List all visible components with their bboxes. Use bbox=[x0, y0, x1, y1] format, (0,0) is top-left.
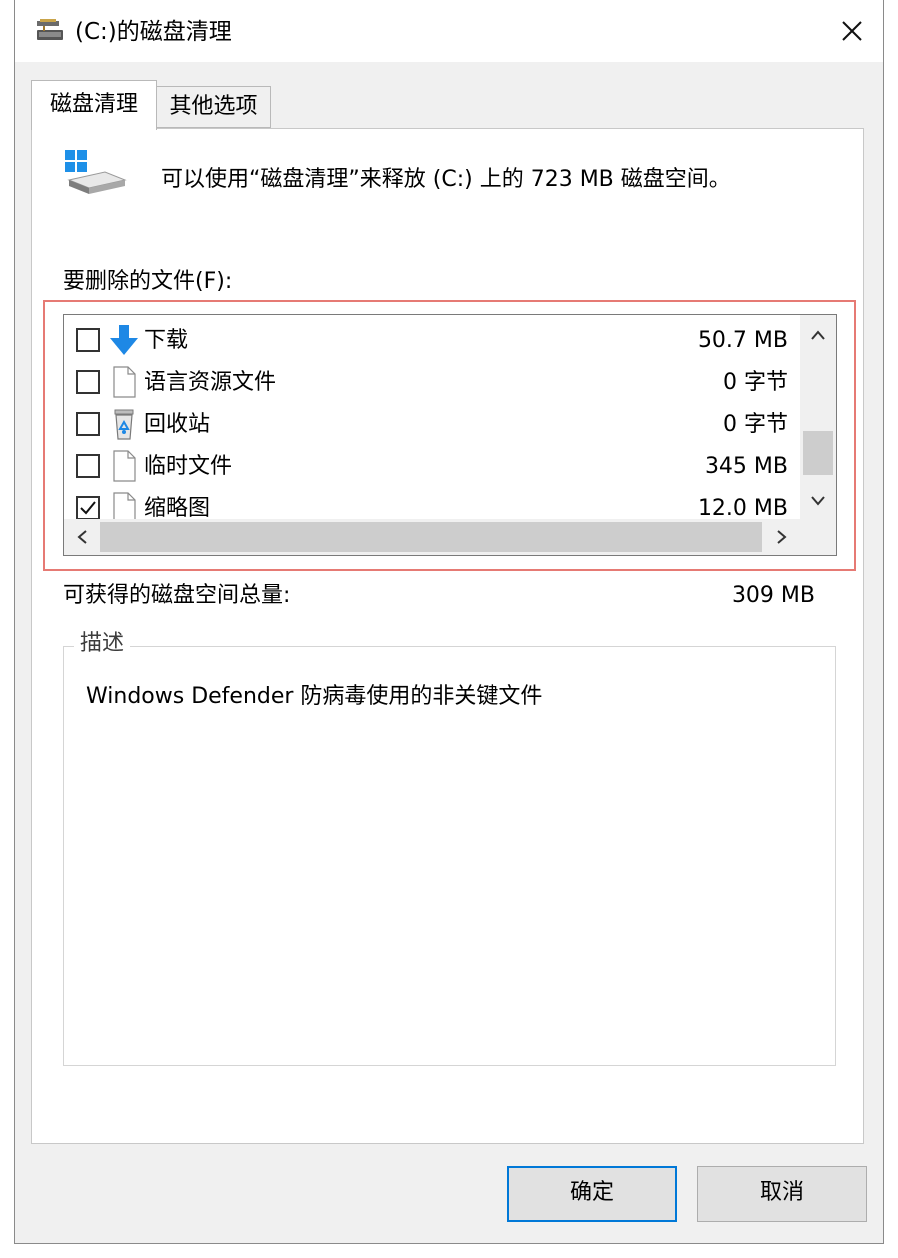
item-name: 临时文件 bbox=[144, 454, 233, 479]
scroll-up-button[interactable] bbox=[800, 317, 836, 353]
checkbox[interactable] bbox=[76, 412, 100, 436]
scroll-right-button[interactable] bbox=[764, 519, 800, 555]
file-icon bbox=[113, 366, 136, 398]
cancel-button[interactable]: 取消 bbox=[697, 1166, 867, 1222]
close-button[interactable] bbox=[821, 0, 883, 62]
list-item-language-resources[interactable]: 语言资源文件 0 字节 bbox=[64, 361, 800, 403]
list-item-downloads[interactable]: 下载 50.7 MB bbox=[64, 319, 800, 361]
tab-disk-cleanup[interactable]: 磁盘清理 bbox=[31, 80, 157, 130]
item-size: 0 字节 bbox=[723, 370, 788, 395]
tab-more-options[interactable]: 其他选项 bbox=[157, 86, 271, 128]
close-icon bbox=[842, 21, 862, 41]
files-list[interactable]: 下载 50.7 MB 语言资源文件 0 字节 回收站 0 字节 临时文件 345… bbox=[63, 314, 837, 556]
total-space-label: 可获得的磁盘空间总量: bbox=[63, 583, 291, 608]
horizontal-scrollbar[interactable] bbox=[64, 519, 836, 555]
files-to-delete-label: 要删除的文件(F): bbox=[63, 269, 233, 294]
total-space-value: 309 MB bbox=[731, 583, 815, 608]
checkbox[interactable] bbox=[76, 328, 100, 352]
item-size: 0 字节 bbox=[723, 412, 788, 437]
description-group: 描述 Windows Defender 防病毒使用的非关键文件 bbox=[63, 630, 836, 1066]
scrollbar-corner bbox=[800, 519, 836, 555]
window-title: (C:)的磁盘清理 bbox=[75, 19, 232, 45]
scroll-left-button[interactable] bbox=[64, 519, 100, 555]
item-name: 回收站 bbox=[144, 412, 211, 437]
chevron-right-icon bbox=[777, 530, 787, 544]
checkbox[interactable] bbox=[76, 496, 100, 520]
ok-button[interactable]: 确定 bbox=[507, 1166, 677, 1222]
chevron-down-icon bbox=[811, 496, 825, 506]
recycle-bin-icon bbox=[114, 409, 134, 440]
scroll-down-button[interactable] bbox=[800, 483, 836, 519]
item-name: 语言资源文件 bbox=[144, 370, 277, 395]
checkbox[interactable] bbox=[76, 454, 100, 478]
list-item-temp-files[interactable]: 临时文件 345 MB bbox=[64, 445, 800, 487]
description-text: Windows Defender 防病毒使用的非关键文件 bbox=[86, 684, 543, 709]
item-size: 50.7 MB bbox=[697, 328, 788, 353]
chevron-left-icon bbox=[77, 530, 87, 544]
vertical-scrollbar[interactable] bbox=[800, 315, 836, 519]
disk-cleanup-icon bbox=[37, 19, 63, 40]
title-bar: (C:)的磁盘清理 bbox=[15, 0, 883, 62]
list-item-recycle-bin[interactable]: 回收站 0 字节 bbox=[64, 403, 800, 445]
drive-icon bbox=[65, 150, 127, 194]
checkmark-icon bbox=[80, 501, 96, 515]
description-title: 描述 bbox=[74, 630, 131, 658]
vertical-scroll-thumb[interactable] bbox=[803, 431, 833, 475]
chevron-up-icon bbox=[811, 330, 825, 340]
checkbox[interactable] bbox=[76, 370, 100, 394]
item-size: 345 MB bbox=[704, 454, 788, 479]
item-name: 下载 bbox=[144, 328, 189, 353]
download-arrow-icon bbox=[110, 325, 138, 355]
disk-cleanup-dialog: (C:)的磁盘清理 磁盘清理 其他选项 可以使用“磁盘清理”来释放 (C:) 上… bbox=[14, 0, 884, 1244]
file-icon bbox=[113, 450, 136, 482]
cleanup-summary: 可以使用“磁盘清理”来释放 (C:) 上的 723 MB 磁盘空间。 bbox=[161, 167, 731, 192]
horizontal-scroll-thumb[interactable] bbox=[100, 522, 762, 552]
